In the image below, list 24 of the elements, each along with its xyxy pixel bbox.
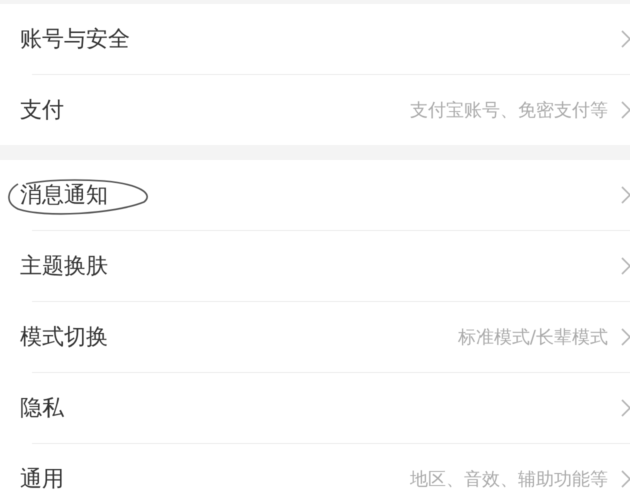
settings-row[interactable]: 主题换肤 bbox=[0, 231, 630, 301]
settings-row[interactable]: 隐私 bbox=[0, 373, 630, 443]
row-label: 模式切换 bbox=[20, 324, 108, 352]
settings-row[interactable]: 账号与安全 bbox=[0, 4, 630, 74]
row-detail: 支付宝账号、免密支付等 bbox=[410, 99, 608, 122]
settings-row[interactable]: 模式切换 标准模式/长辈模式 bbox=[0, 302, 630, 372]
settings-row[interactable]: 支付 支付宝账号、免密支付等 bbox=[0, 75, 630, 145]
settings-row[interactable]: 通用 地区、音效、辅助功能等 bbox=[0, 444, 630, 500]
chevron-right-icon bbox=[620, 398, 630, 418]
row-detail: 地区、音效、辅助功能等 bbox=[410, 468, 608, 491]
row-label: 通用 bbox=[20, 466, 64, 494]
chevron-right-icon bbox=[620, 327, 630, 347]
chevron-right-icon bbox=[620, 29, 630, 49]
row-label: 消息通知 bbox=[20, 182, 108, 210]
chevron-right-icon bbox=[620, 185, 630, 205]
chevron-right-icon bbox=[620, 100, 630, 120]
row-label: 支付 bbox=[20, 97, 64, 125]
row-label: 主题换肤 bbox=[20, 253, 108, 281]
row-detail: 标准模式/长辈模式 bbox=[458, 326, 608, 349]
chevron-right-icon bbox=[620, 469, 630, 489]
chevron-right-icon bbox=[620, 256, 630, 276]
settings-row[interactable]: 消息通知 bbox=[0, 160, 630, 230]
row-label: 隐私 bbox=[20, 395, 64, 423]
row-label: 账号与安全 bbox=[20, 26, 130, 54]
